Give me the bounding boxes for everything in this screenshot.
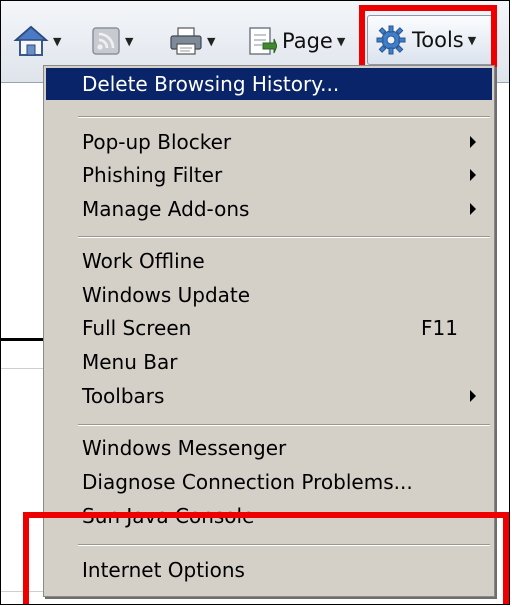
page-icon xyxy=(249,27,277,55)
menu-separator xyxy=(78,544,490,546)
menu-separator xyxy=(78,424,490,426)
menu-item-label: Full Screen xyxy=(82,316,192,340)
ie-window: ▼ ▼ ▼ Page ▼ Tools ▼ Delete Browsing His… xyxy=(0,0,510,605)
menu-item-popup-blocker[interactable]: Pop-up Blocker xyxy=(46,126,492,158)
menu-item-label: Delete Browsing History... xyxy=(82,72,340,96)
home-dropdown-arrow[interactable]: ▼ xyxy=(53,35,61,48)
menu-item-windows-messenger[interactable]: Windows Messenger xyxy=(46,432,492,464)
menu-item-menu-bar[interactable]: Menu Bar xyxy=(46,346,492,378)
print-button[interactable]: ▼ xyxy=(169,21,215,61)
tools-menu: Delete Browsing History... Pop-up Blocke… xyxy=(43,65,495,597)
menu-item-internet-options[interactable]: Internet Options xyxy=(46,554,492,586)
page-divider xyxy=(1,591,43,592)
menu-item-label: Phishing Filter xyxy=(82,163,223,187)
page-button[interactable]: Page ▼ xyxy=(247,21,345,61)
menu-item-label: Pop-up Blocker xyxy=(82,130,232,154)
home-button[interactable]: ▼ xyxy=(13,21,61,61)
page-rule xyxy=(1,338,43,341)
menu-item-label: Windows Update xyxy=(82,283,251,307)
submenu-arrow-icon xyxy=(470,136,476,148)
submenu-arrow-icon xyxy=(470,390,476,402)
page-dropdown-arrow[interactable]: ▼ xyxy=(337,35,345,48)
feeds-icon xyxy=(92,27,120,55)
print-dropdown-arrow[interactable]: ▼ xyxy=(207,35,215,48)
menu-item-label: Sun Java Console xyxy=(82,504,255,528)
tools-button-label: Tools xyxy=(412,28,464,52)
menu-item-label: Manage Add-ons xyxy=(82,197,250,221)
menu-item-label: Work Offline xyxy=(82,249,205,273)
tools-dropdown-arrow[interactable]: ▼ xyxy=(468,34,476,47)
home-icon xyxy=(13,25,49,56)
feeds-dropdown-arrow[interactable]: ▼ xyxy=(125,35,133,48)
menu-item-sun-java-console[interactable]: Sun Java Console xyxy=(46,500,492,532)
menu-item-work-offline[interactable]: Work Offline xyxy=(46,245,492,277)
menu-item-diagnose-connection-problems[interactable]: Diagnose Connection Problems... xyxy=(46,466,492,498)
menu-item-toolbars[interactable]: Toolbars xyxy=(46,380,492,412)
page-button-label: Page xyxy=(282,29,333,53)
menu-item-phishing-filter[interactable]: Phishing Filter xyxy=(46,159,492,191)
feeds-button[interactable]: ▼ xyxy=(91,21,133,61)
menu-item-delete-browsing-history[interactable]: Delete Browsing History... xyxy=(46,68,492,100)
submenu-arrow-icon xyxy=(470,169,476,181)
gear-icon xyxy=(376,25,406,55)
menu-item-manage-add-ons[interactable]: Manage Add-ons xyxy=(46,193,492,225)
submenu-arrow-icon xyxy=(470,203,476,215)
menu-separator xyxy=(78,236,490,238)
menu-item-label: Windows Messenger xyxy=(82,436,287,460)
menu-item-label: Menu Bar xyxy=(82,350,178,374)
menu-item-windows-update[interactable]: Windows Update xyxy=(46,279,492,311)
menu-item-label: Diagnose Connection Problems... xyxy=(82,470,413,494)
shortcut-label: F11 xyxy=(421,316,458,340)
menu-item-label: Internet Options xyxy=(82,558,245,582)
menu-separator xyxy=(78,116,490,118)
menu-item-full-screen[interactable]: Full Screen F11 xyxy=(46,312,492,344)
page-divider xyxy=(1,368,43,369)
page-content xyxy=(1,83,43,604)
tools-button[interactable]: Tools ▼ xyxy=(367,15,497,65)
printer-icon xyxy=(170,27,202,55)
menu-item-label: Toolbars xyxy=(82,384,165,408)
